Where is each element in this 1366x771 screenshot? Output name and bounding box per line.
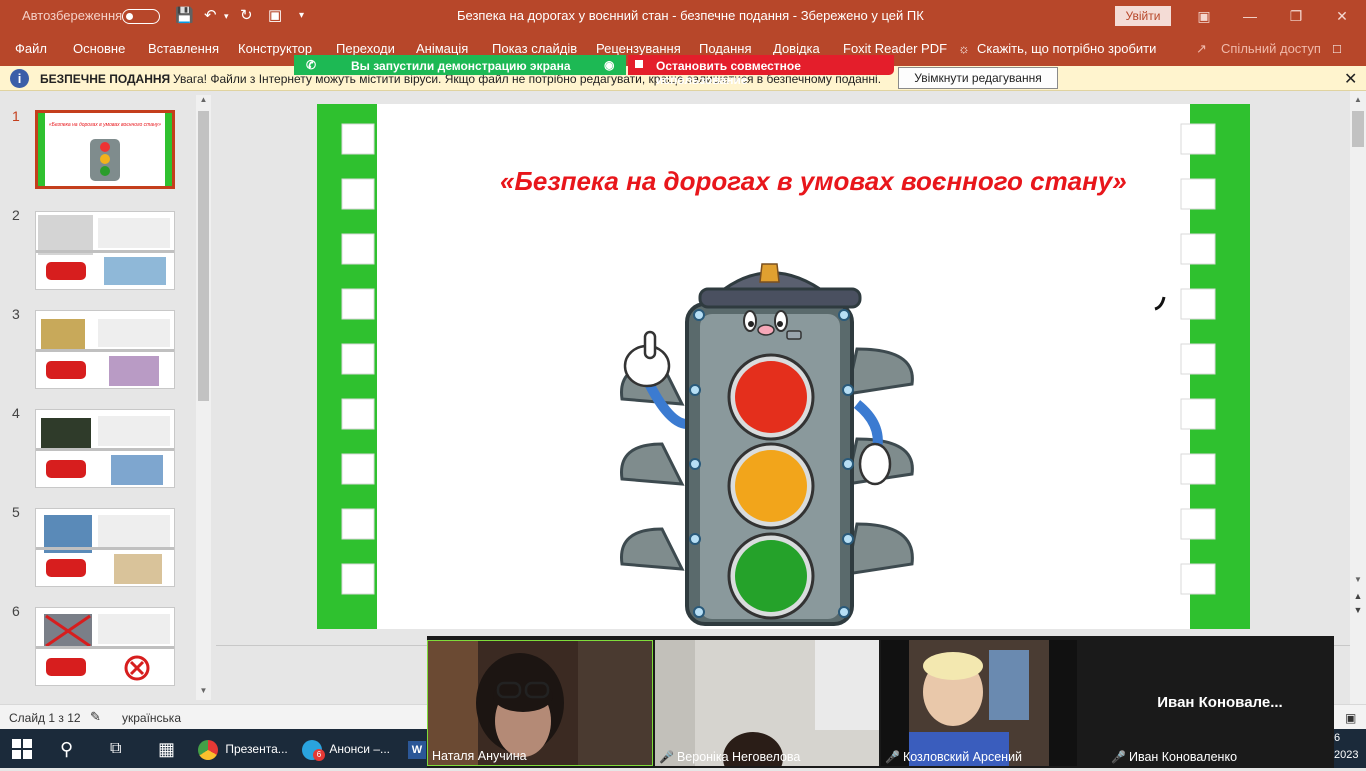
taskbar-chrome-label: Презента...: [225, 742, 288, 756]
taskbar-chrome[interactable]: Презента...: [198, 733, 298, 765]
participant-name-4: 🎤 Иван Коноваленко: [1111, 750, 1238, 764]
spellcheck-icon[interactable]: ✎: [90, 709, 101, 725]
slide-number: 1: [12, 108, 20, 124]
clock-date: 2023: [1334, 749, 1359, 761]
next-slide-icon[interactable]: ▼: [1350, 605, 1366, 615]
slide-title[interactable]: «Безпека на дорогах в умовах воєнного ст…: [500, 166, 1127, 197]
slide-counter: Слайд 1 з 12: [9, 711, 81, 725]
document-title: Безпека на дорогах у воєнний стан - безп…: [457, 8, 924, 23]
video-tile-4[interactable]: Иван Коновале... 🎤 Иван Коноваленко: [1107, 640, 1333, 766]
slide-scrollbar[interactable]: ▲ ▼ ▲ ▼: [1350, 91, 1366, 704]
scroll-up-icon[interactable]: ▲: [1350, 95, 1366, 104]
slide-thumbnail-5[interactable]: [35, 508, 175, 587]
tell-me-search[interactable]: Скажіть, що потрібно зробити: [977, 41, 1156, 56]
tab-animations[interactable]: Анімація: [416, 41, 468, 56]
task-view-icon[interactable]: ⧉: [110, 733, 121, 765]
present-from-start-icon[interactable]: ▣: [268, 6, 282, 24]
chrome-icon: [198, 739, 218, 760]
security-shield-icon: ◉: [604, 58, 615, 72]
scrollbar-thumb[interactable]: [1352, 111, 1364, 147]
search-icon[interactable]: ⚲: [60, 733, 73, 765]
undo-dropdown-icon[interactable]: ▾: [224, 11, 229, 22]
participant-name: Наталя Анучина: [432, 749, 527, 763]
minimize-button[interactable]: —: [1227, 0, 1273, 32]
video-tile-3[interactable]: 🎤 Козловский Арсений: [881, 640, 1077, 766]
autosave-label: Автозбереження: [22, 8, 123, 23]
tab-transitions[interactable]: Переходи: [336, 41, 395, 56]
signin-button[interactable]: Увійти: [1115, 6, 1171, 26]
notification-badge: 6: [313, 749, 325, 761]
tab-review[interactable]: Рецензування: [596, 41, 681, 56]
mic-muted-icon: 🎤: [885, 750, 900, 764]
slide-thumbnail-3[interactable]: [35, 310, 175, 389]
tab-view[interactable]: Подання: [699, 41, 752, 56]
redo-icon[interactable]: ↻: [240, 6, 253, 24]
participant-big-name: Иван Коновале...: [1157, 694, 1283, 711]
share-icon: ↗: [1196, 41, 1207, 56]
screen-share-banner: ✆ Вы запустили демонстрацию экрана ◉: [294, 55, 626, 75]
autosave-toggle[interactable]: [122, 9, 160, 24]
stop-sharing-button[interactable]: Остановить совместное использование: [628, 55, 894, 87]
thumb1-title: «Безпека на дорогах в умовах воєнного ст…: [49, 122, 161, 128]
tab-slideshow[interactable]: Показ слайдів: [492, 41, 577, 56]
close-button[interactable]: ✕: [1319, 0, 1365, 32]
phone-icon: ✆: [306, 58, 317, 72]
save-icon[interactable]: 💾: [175, 6, 194, 24]
comments-icon[interactable]: □: [1333, 41, 1341, 56]
tab-file[interactable]: Файл: [15, 41, 47, 56]
stop-sharing-label: Остановить совместное использование: [656, 59, 801, 87]
slide-number: 5: [12, 504, 20, 520]
video-conference-panel: Наталя Анучина 🎤 Вероніка Негoвелова 🎤 Коз…: [427, 636, 1334, 768]
taskbar-telegram[interactable]: 6 Анонси –...: [302, 733, 402, 765]
slide-thumbnail-6[interactable]: [35, 607, 175, 686]
slide-thumbnails-panel: 1 «Безпека на дорогах в умовах воєнного …: [0, 91, 212, 704]
slide-number: 6: [12, 603, 20, 619]
participant-name-2: 🎤 Вероніка Негoвелова: [659, 750, 801, 764]
stop-icon: [635, 60, 643, 68]
video-tile-2[interactable]: 🎤 Вероніка Негoвелова: [655, 640, 879, 766]
scroll-down-icon[interactable]: ▼: [1350, 575, 1366, 584]
screen-share-status: Вы запустили демонстрацию экрана: [351, 59, 571, 73]
close-icon[interactable]: ✕: [1344, 69, 1357, 89]
taskbar-telegram-label: Анонси –...: [329, 742, 390, 756]
participant-name-3: 🎤 Козловский Арсений: [885, 750, 1023, 764]
slide-thumbnail-4[interactable]: [35, 409, 175, 488]
lightbulb-icon: ☼: [958, 41, 970, 56]
video-tile-1[interactable]: Наталя Анучина: [427, 640, 653, 766]
mic-muted-icon: 🎤: [659, 750, 674, 764]
share-button[interactable]: Спільний доступ: [1221, 41, 1321, 56]
shield-icon: i: [10, 69, 29, 88]
previous-slide-icon[interactable]: ▲: [1350, 591, 1366, 601]
calculator-icon[interactable]: ▦: [158, 733, 175, 765]
enable-editing-button[interactable]: Увімкнути редагування: [898, 67, 1058, 89]
slide-thumbnail-1[interactable]: «Безпека на дорогах в умовах воєнного ст…: [35, 110, 175, 189]
thumbnails-scrollbar[interactable]: ▲ ▼: [196, 95, 211, 700]
scroll-down-icon[interactable]: ▼: [196, 686, 211, 700]
scrollbar-thumb[interactable]: [198, 111, 209, 401]
tab-design[interactable]: Конструктор: [238, 41, 312, 56]
protected-view-title: БЕЗПЕЧНЕ ПОДАННЯ: [40, 72, 171, 86]
mic-muted-icon: 🎤: [1111, 750, 1126, 764]
slide-number: 2: [12, 207, 20, 223]
title-bar: Автозбереження 💾 ↶ ▾ ↻ ▣ ▾ Безпека на до…: [0, 0, 1366, 32]
tab-home[interactable]: Основне: [73, 41, 125, 56]
customize-toolbar-icon[interactable]: ▾: [299, 10, 304, 21]
scroll-up-icon[interactable]: ▲: [196, 95, 211, 109]
maximize-button[interactable]: ❐: [1273, 0, 1319, 32]
slide-number: 3: [12, 306, 20, 322]
tab-help[interactable]: Довідка: [773, 41, 820, 56]
word-icon[interactable]: W: [408, 733, 426, 765]
slide-thumbnail-2[interactable]: [35, 211, 175, 290]
undo-icon[interactable]: ↶: [204, 6, 217, 24]
ribbon-display-icon[interactable]: ▣: [1181, 0, 1227, 32]
slide-number: 4: [12, 405, 20, 421]
tab-foxit[interactable]: Foxit Reader PDF: [843, 41, 947, 56]
tab-insert[interactable]: Вставлення: [148, 41, 219, 56]
windows-start-icon[interactable]: [12, 733, 38, 765]
fit-slide-icon[interactable]: ▣: [1345, 711, 1356, 725]
clock-time: 6: [1334, 732, 1341, 744]
language-indicator[interactable]: українська: [122, 711, 181, 725]
